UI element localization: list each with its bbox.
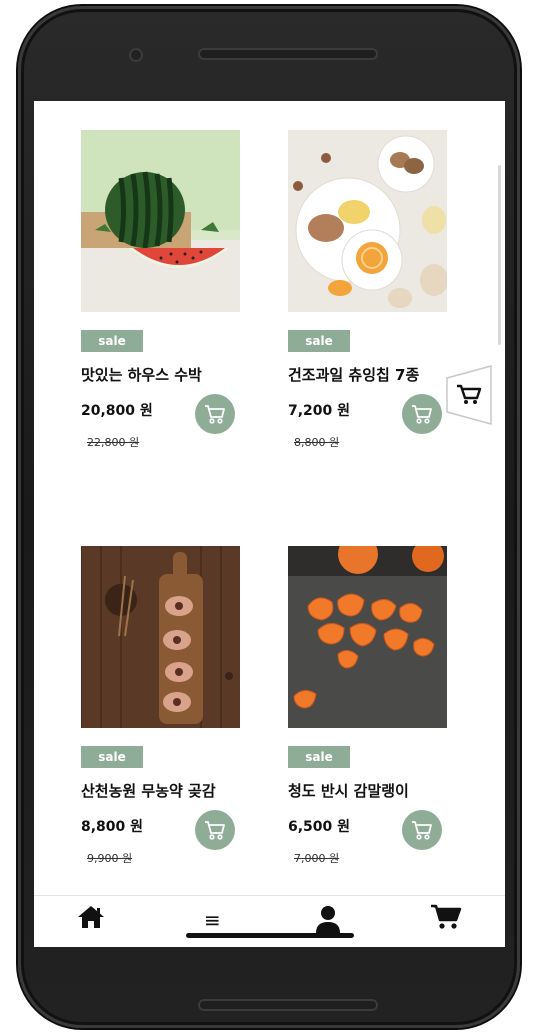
cart-icon[interactable] [430,904,462,930]
sale-badge: sale [81,746,143,768]
bottom-navigation: ≡ [34,895,505,947]
menu-icon[interactable]: ≡ [204,908,221,932]
add-to-cart-button[interactable] [402,810,442,850]
add-to-cart-button[interactable] [195,394,235,434]
product-image-dried-fruit[interactable] [288,130,447,312]
sale-badge: sale [288,330,350,352]
bottom-speaker [198,999,378,1011]
home-indicator[interactable] [186,933,354,938]
product-image-persimmon-chips[interactable] [288,546,447,728]
camera-icon [129,48,143,62]
user-icon[interactable] [315,904,341,934]
product-name[interactable]: 청도 반시 감말랭이 [288,780,409,801]
product-name[interactable]: 건조과일 츄잉칩 7종 [288,364,419,385]
home-icon[interactable] [76,904,106,930]
sale-badge: sale [81,330,143,352]
add-to-cart-button[interactable] [195,810,235,850]
product-price: 6,500 원 [288,819,351,835]
cart-icon [412,405,432,424]
cart-icon [412,821,432,840]
product-name[interactable]: 산천농원 무농약 곶감 [81,780,216,801]
floating-cart-button[interactable] [445,364,493,426]
product-price: 7,200 원 [288,403,351,419]
scrollbar[interactable] [498,165,501,345]
product-image-watermelon[interactable] [81,130,240,312]
product-original-price: 8,800 원 [294,436,340,449]
cart-icon [205,821,225,840]
sale-badge: sale [288,746,350,768]
product-name[interactable]: 맛있는 하우스 수박 [81,364,202,385]
product-price: 8,800 원 [81,819,144,835]
add-to-cart-button[interactable] [402,394,442,434]
product-original-price: 22,800 원 [87,436,140,449]
cart-icon [205,405,225,424]
product-original-price: 7,000 원 [294,852,340,865]
product-price: 20,800 원 [81,403,153,419]
top-speaker [198,48,378,60]
product-image-dried-persimmon[interactable] [81,546,240,728]
product-original-price: 9,900 원 [87,852,133,865]
